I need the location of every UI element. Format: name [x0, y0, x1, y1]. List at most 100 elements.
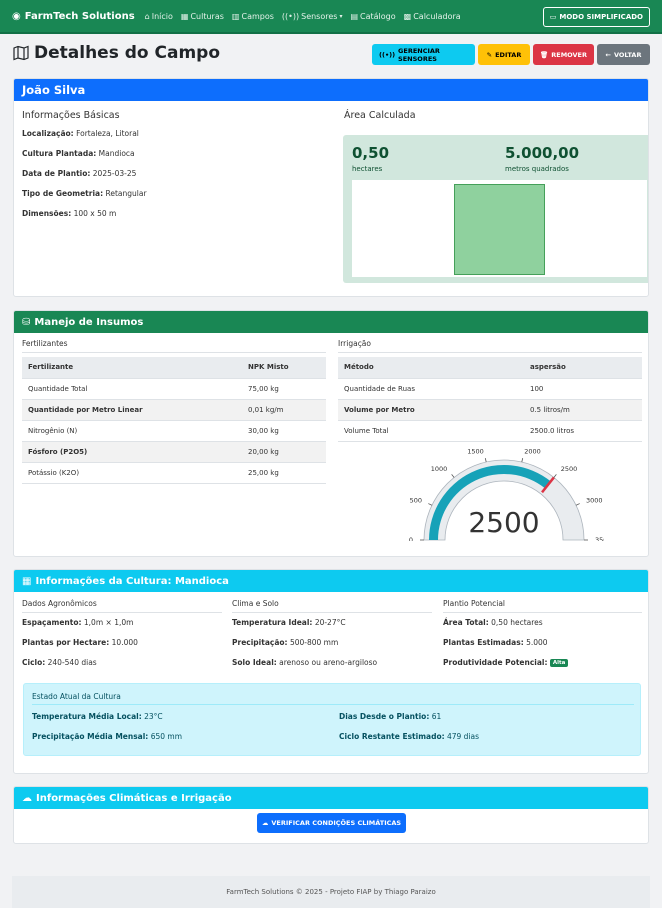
- info-value: Fortaleza, Litoral: [76, 129, 139, 138]
- area-hectares-label: hectares: [352, 165, 383, 173]
- basic-info-title: Informações Básicas: [22, 110, 120, 121]
- info-key: Localização:: [22, 129, 74, 138]
- info-value: 650 mm: [150, 732, 183, 741]
- cell-key: Fósforo (P2O5): [22, 441, 242, 463]
- culture-card: ▦ Informações da Cultura: Mandioca Dados …: [13, 569, 649, 774]
- status-divider: [32, 704, 634, 705]
- gauge-tick: [451, 474, 455, 478]
- nav-item-culturas[interactable]: ▦ Culturas: [181, 12, 224, 21]
- cloud-icon: ☁: [261, 819, 269, 827]
- area-title: Área Calculada: [344, 110, 416, 121]
- gauge-tick: [521, 458, 524, 463]
- cell-value: 0.5 litros/m: [524, 399, 642, 421]
- brand-name: FarmTech Solutions: [24, 10, 135, 22]
- button-label: REMOVER: [551, 50, 588, 59]
- info-value: 2025-03-25: [92, 169, 137, 178]
- nav-item-inicio[interactable]: ⌂ Início: [145, 12, 173, 21]
- climate-temp: Temperatura Ideal: 20-27°C: [232, 618, 346, 627]
- climate-rain: Precipitação: 500-800 mm: [232, 638, 338, 647]
- navbar: ◉ FarmTech Solutions ⌂ Início ▦ Culturas ▥…: [0, 0, 662, 34]
- info-key: Dimensões:: [22, 209, 72, 218]
- cell-value: 20,00 kg: [242, 441, 326, 463]
- info-location: Localização: Fortaleza, Litoral: [22, 129, 139, 138]
- info-key: Temperatura Ideal:: [232, 618, 313, 627]
- page-title-text: Detalhes do Campo: [34, 43, 221, 63]
- cell-key: Quantidade Total: [22, 378, 242, 400]
- agro-spacing: Espaçamento: 1,0m × 1,0m: [22, 618, 133, 627]
- book-icon: ▤: [350, 11, 359, 21]
- table-row: Fósforo (P2O5) 20,00 kg: [22, 441, 326, 463]
- trash-icon: 🗑: [540, 50, 549, 59]
- cell-key: Fertilizante: [22, 357, 242, 379]
- inputs-title: Manejo de Insumos: [34, 316, 144, 328]
- verify-climate-button[interactable]: ☁ VERIFICAR CONDIÇÕES CLIMÁTICAS: [257, 813, 406, 833]
- info-value: 500-800 mm: [289, 638, 339, 647]
- irrigation-table: Método aspersão Quantidade de Ruas 100 Vol…: [338, 357, 642, 442]
- simple-mode-button[interactable]: ▭ MODO SIMPLIFICADO: [542, 7, 650, 27]
- gauge-tick-label: 2000: [524, 449, 541, 455]
- info-value: 23°C: [144, 712, 163, 721]
- broadcast-icon: ((•)): [281, 11, 300, 21]
- nav-item-calculadora[interactable]: ▩ Calculadora: [404, 12, 461, 21]
- info-value: 10.000: [111, 638, 138, 647]
- nav-item-sensores[interactable]: ((•)) Sensores ▾: [282, 12, 343, 21]
- info-key: Data de Plantio:: [22, 169, 91, 178]
- irrigation-gauge: 0 500 1000 1500 2000 2500 3000 3500 2500: [409, 449, 604, 541]
- cell-value: 30,00 kg: [242, 420, 326, 442]
- nav-label: Início: [151, 11, 173, 21]
- table-row: Potássio (K2O) 25,00 kg: [22, 462, 326, 484]
- fertilizers-title: Fertilizantes: [22, 339, 326, 353]
- climate-title: Informações Climáticas e Irrigação: [36, 792, 232, 804]
- gauge-tick: [575, 503, 580, 506]
- fertilizers-table: Fertilizante NPK Misto Quantidade Total 75…: [22, 357, 326, 484]
- gauge-tick: [428, 503, 433, 506]
- cell-key: Método: [338, 357, 524, 379]
- info-key: Precipitação:: [232, 638, 288, 647]
- table-row: Quantidade Total 75,00 kg: [22, 378, 326, 400]
- climate-header: ☁ Informações Climáticas e Irrigação: [14, 787, 648, 809]
- info-key: Tipo de Geometria:: [22, 189, 104, 198]
- nav-label: Sensores: [301, 11, 338, 21]
- grid-icon: ▦: [180, 11, 189, 21]
- cell-value: aspersão: [524, 357, 642, 379]
- climate-card: ☁ Informações Climáticas e Irrigação ☁ VER…: [13, 786, 649, 844]
- table-row: Quantidade por Metro Linear 0,01 kg/m: [22, 399, 326, 421]
- brand[interactable]: ◉ FarmTech Solutions: [12, 11, 135, 22]
- info-value: 1,0m × 1,0m: [83, 618, 134, 627]
- page-title: Detalhes do Campo: [13, 43, 220, 63]
- area-box: 0,50 hectares 5.000,00 metros quadrados: [343, 135, 648, 283]
- info-value: 0,50 hectares: [491, 618, 543, 627]
- potential-productivity: Produtividade Potencial: Alta: [443, 658, 569, 667]
- remove-button[interactable]: 🗑 REMOVER: [533, 44, 594, 65]
- action-bar: ((•)) GERENCIAR SENSORES ✎ EDITAR 🗑 REMOVER…: [372, 44, 650, 65]
- info-key: Plantas Estimadas:: [443, 638, 524, 647]
- edit-button[interactable]: ✎ EDITAR: [478, 44, 530, 65]
- cell-key: Quantidade por Metro Linear: [22, 399, 242, 421]
- gauge-tick-label: 3000: [586, 497, 603, 505]
- potential-title: Plantio Potencial: [443, 599, 642, 613]
- status-title: Estado Atual da Cultura: [32, 692, 121, 701]
- nav-item-catalogo[interactable]: ▤ Catálogo: [350, 12, 395, 21]
- gauge-tick-label: 500: [410, 497, 422, 505]
- info-value: Retangular: [105, 189, 147, 198]
- gauge-value: 2500: [468, 506, 539, 539]
- droplet-icon: ⛁: [22, 316, 31, 328]
- culture-header: ▦ Informações da Cultura: Mandioca: [14, 570, 648, 592]
- status-rain: Precipitação Média Mensal: 650 mm: [32, 732, 182, 741]
- status-cycle: Ciclo Restante Estimado: 479 dias: [339, 732, 479, 741]
- area-m2-label: metros quadrados: [505, 165, 569, 173]
- nav-item-campos[interactable]: ▥ Campos: [232, 12, 274, 21]
- cloud-sun-icon: ☁: [22, 792, 32, 804]
- info-date: Data de Plantio: 2025-03-25: [22, 169, 136, 178]
- field-card: João Silva Informações Básicas Localizaç…: [13, 78, 649, 297]
- arrow-left-icon: ←: [605, 50, 611, 59]
- calculator-icon: ▩: [403, 11, 412, 21]
- table-row: Volume Total 2500.0 litros: [338, 420, 642, 442]
- area-hectares: 0,50: [352, 144, 390, 162]
- info-value: Mandioca: [98, 149, 135, 158]
- info-value: 240-540 dias: [47, 658, 97, 667]
- back-button[interactable]: ← VOLTAR: [597, 44, 650, 65]
- cell-key: Potássio (K2O): [22, 462, 242, 484]
- manage-sensors-button[interactable]: ((•)) GERENCIAR SENSORES: [372, 44, 475, 65]
- table-row: Método aspersão: [338, 357, 642, 379]
